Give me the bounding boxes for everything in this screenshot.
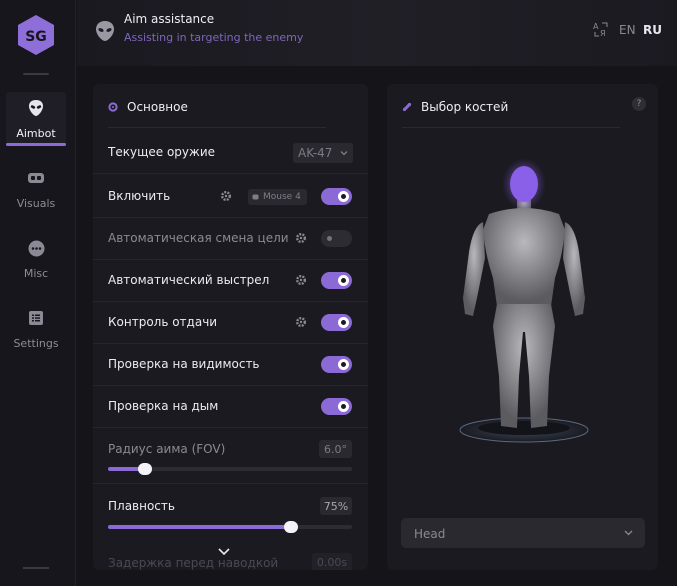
main-settings-panel: Основное Текущее оружие AK-47 Включить M… (93, 84, 368, 570)
fov-slider-thumb[interactable] (138, 463, 152, 475)
setting-label: Контроль отдачи (108, 315, 218, 329)
body-silhouette (463, 198, 585, 428)
body-model[interactable] (451, 156, 597, 456)
lang-ru-button[interactable]: RU (643, 23, 662, 37)
mouse-icon (252, 194, 259, 200)
bone-select-panel: Выбор костей ? Head (387, 84, 658, 570)
toggle-auto-fire[interactable] (321, 272, 352, 289)
gear-icon[interactable] (295, 232, 307, 244)
page-title: Aim assistance (124, 12, 215, 26)
app-logo: SG (18, 15, 54, 55)
sidebar-item-label: Misc (23, 267, 49, 280)
header: Aim assistance Assisting in targeting th… (77, 0, 677, 66)
panel-header: Основное (108, 99, 188, 115)
sidebar-divider (23, 73, 49, 75)
translate-icon[interactable]: AЯ (592, 20, 610, 38)
smooth-value[interactable]: 75% (320, 497, 352, 515)
keybind-value: Mouse 4 (263, 192, 301, 202)
divider (108, 127, 326, 128)
smooth-label: Плавность (108, 499, 175, 513)
toggle-auto-target[interactable] (321, 230, 352, 247)
sidebar-item-label: Aimbot (16, 127, 56, 140)
setting-label: Проверка на дым (108, 399, 219, 413)
gear-icon[interactable] (295, 316, 307, 328)
toggle-knob (338, 275, 349, 286)
bone-dropdown[interactable]: Head (401, 518, 645, 548)
svg-text:A: A (593, 22, 599, 31)
toggle-knob (338, 317, 349, 328)
toggle-knob (338, 359, 349, 370)
toggle-enable[interactable] (321, 188, 352, 205)
fov-label: Радиус аима (FOV) (108, 442, 226, 456)
delay-value[interactable]: 0.00s (312, 553, 352, 570)
head-bone[interactable] (510, 166, 538, 202)
bone-dropdown-value: Head (414, 527, 446, 541)
keybind-button[interactable]: Mouse 4 (248, 189, 307, 205)
help-icon[interactable]: ? (632, 97, 646, 111)
weapon-label: Текущее оружие (108, 145, 215, 159)
sidebar-item-aimbot[interactable]: Aimbot (6, 92, 66, 146)
setting-row-visibility: Проверка на видимость (93, 344, 368, 386)
vr-goggles-icon (26, 168, 46, 188)
delay-label: Задержка перед наводкой (108, 556, 279, 570)
setting-row-enable: Включить (93, 176, 368, 218)
fov-slider-row: Радиус аима (FOV) 6.0° (93, 428, 368, 484)
chevron-down-icon (624, 530, 633, 536)
weapon-value: AK-47 (298, 146, 333, 160)
setting-label: Автоматический выстрел (108, 273, 270, 287)
sidebar-item-settings[interactable]: Settings (6, 302, 66, 356)
toggle-knob (324, 233, 335, 244)
gear-icon[interactable] (220, 190, 232, 202)
sidebar-divider (23, 567, 49, 569)
panel-header: Выбор костей (402, 99, 508, 115)
setting-row-auto-target: Автоматическая смена цели (93, 218, 368, 260)
alien-icon (96, 21, 114, 41)
sidebar-item-misc[interactable]: Misc (6, 232, 66, 286)
weapon-select[interactable]: AK-47 (293, 143, 353, 163)
setting-row-smoke: Проверка на дым (93, 386, 368, 428)
setting-label: Автоматическая смена цели (108, 231, 289, 245)
svg-text:Я: Я (600, 29, 606, 38)
dots-circle-icon (26, 238, 46, 258)
sidebar-item-visuals[interactable]: Visuals (6, 162, 66, 216)
toggle-recoil[interactable] (321, 314, 352, 331)
smooth-slider-row: Плавность 75% (93, 485, 368, 545)
setting-label: Включить (108, 189, 171, 203)
svg-text:SG: SG (25, 29, 47, 45)
list-icon (26, 308, 46, 328)
toggle-smoke[interactable] (321, 398, 352, 415)
setting-row-recoil: Контроль отдачи (93, 302, 368, 344)
toggle-knob (338, 191, 349, 202)
gear-icon[interactable] (295, 274, 307, 286)
setting-row-auto-fire: Автоматический выстрел (93, 260, 368, 302)
gear-icon (108, 102, 118, 112)
panel-title: Выбор костей (421, 100, 509, 114)
chevron-down-icon (340, 151, 348, 156)
fov-slider[interactable] (108, 463, 352, 475)
bone-icon (402, 102, 412, 112)
fov-value[interactable]: 6.0° (319, 440, 352, 458)
setting-label: Проверка на видимость (108, 357, 260, 371)
sidebar-item-label: Settings (13, 337, 59, 350)
divider (402, 127, 620, 128)
lang-en-button[interactable]: EN (619, 23, 636, 37)
sidebar: SG Aimbot Visuals Misc Settings (0, 0, 76, 586)
smooth-slider-fill (108, 525, 291, 529)
toggle-knob (338, 401, 349, 412)
alien-icon (26, 98, 46, 118)
sidebar-item-label: Visuals (16, 197, 56, 210)
page-subtitle: Assisting in targeting the enemy (124, 31, 304, 44)
smooth-slider[interactable] (108, 521, 352, 533)
toggle-visibility[interactable] (321, 356, 352, 373)
panel-title: Основное (127, 100, 188, 114)
smooth-slider-thumb[interactable] (284, 521, 298, 533)
